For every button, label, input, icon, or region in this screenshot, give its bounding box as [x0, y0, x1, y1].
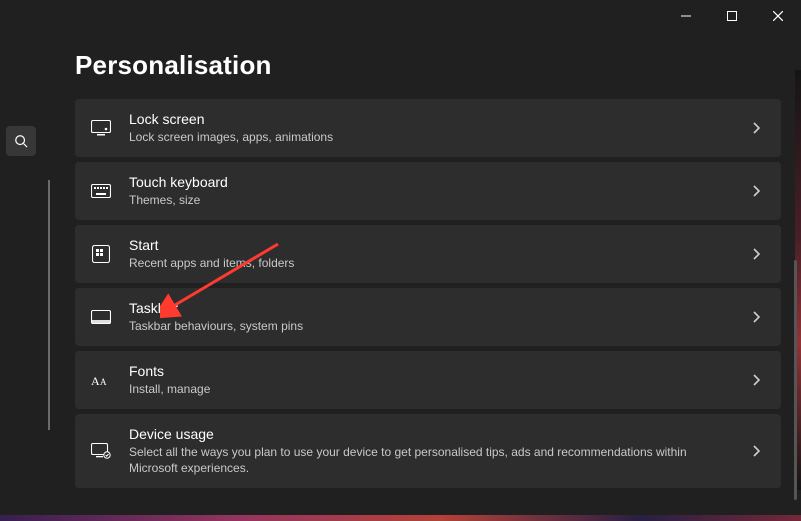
left-sidebar: [0, 0, 40, 521]
card-desc: Select all the ways you plan to use your…: [129, 445, 731, 476]
search-icon: [14, 134, 28, 148]
card-text: Lock screen Lock screen images, apps, an…: [129, 111, 731, 145]
taskbar-icon: [89, 305, 113, 329]
chevron-right-icon: [747, 308, 765, 326]
minimize-button[interactable]: [663, 0, 709, 32]
lock-screen-card[interactable]: Lock screen Lock screen images, apps, an…: [75, 99, 781, 157]
card-title: Fonts: [129, 363, 731, 381]
card-desc: Recent apps and items, folders: [129, 256, 731, 272]
chevron-right-icon: [747, 371, 765, 389]
device-usage-icon: [89, 439, 113, 463]
window-titlebar: [663, 0, 801, 32]
card-desc: Themes, size: [129, 193, 731, 209]
fonts-card[interactable]: AA Fonts Install, manage: [75, 351, 781, 409]
vertical-scrollbar[interactable]: [794, 260, 797, 500]
maximize-button[interactable]: [709, 0, 755, 32]
search-button[interactable]: [6, 126, 36, 156]
card-title: Device usage: [129, 426, 731, 444]
svg-text:A: A: [100, 377, 107, 387]
card-text: Touch keyboard Themes, size: [129, 174, 731, 208]
nav-indicator-line: [48, 180, 50, 430]
touch-keyboard-card[interactable]: Touch keyboard Themes, size: [75, 162, 781, 220]
settings-list: Lock screen Lock screen images, apps, an…: [75, 99, 781, 488]
svg-text:A: A: [91, 374, 100, 388]
card-text: Fonts Install, manage: [129, 363, 731, 397]
card-title: Touch keyboard: [129, 174, 731, 192]
close-icon: [773, 11, 783, 21]
fonts-icon: AA: [89, 368, 113, 392]
keyboard-icon: [89, 179, 113, 203]
card-desc: Taskbar behaviours, system pins: [129, 319, 731, 335]
start-icon: [89, 242, 113, 266]
chevron-right-icon: [747, 442, 765, 460]
chevron-right-icon: [747, 182, 765, 200]
lock-screen-icon: [89, 116, 113, 140]
card-desc: Install, manage: [129, 382, 731, 398]
card-title: Taskbar: [129, 300, 731, 318]
start-card[interactable]: Start Recent apps and items, folders: [75, 225, 781, 283]
chevron-right-icon: [747, 245, 765, 263]
card-title: Start: [129, 237, 731, 255]
taskbar-card[interactable]: Taskbar Taskbar behaviours, system pins: [75, 288, 781, 346]
page-title: Personalisation: [75, 50, 781, 81]
card-title: Lock screen: [129, 111, 731, 129]
minimize-icon: [681, 11, 691, 21]
close-button[interactable]: [755, 0, 801, 32]
device-usage-card[interactable]: Device usage Select all the ways you pla…: [75, 414, 781, 488]
main-content: Personalisation Lock screen Lock screen …: [75, 50, 781, 509]
maximize-icon: [727, 11, 737, 21]
window-bottom-edge-glow: [0, 515, 801, 521]
card-text: Start Recent apps and items, folders: [129, 237, 731, 271]
card-text: Device usage Select all the ways you pla…: [129, 426, 731, 476]
card-text: Taskbar Taskbar behaviours, system pins: [129, 300, 731, 334]
card-desc: Lock screen images, apps, animations: [129, 130, 731, 146]
chevron-right-icon: [747, 119, 765, 137]
